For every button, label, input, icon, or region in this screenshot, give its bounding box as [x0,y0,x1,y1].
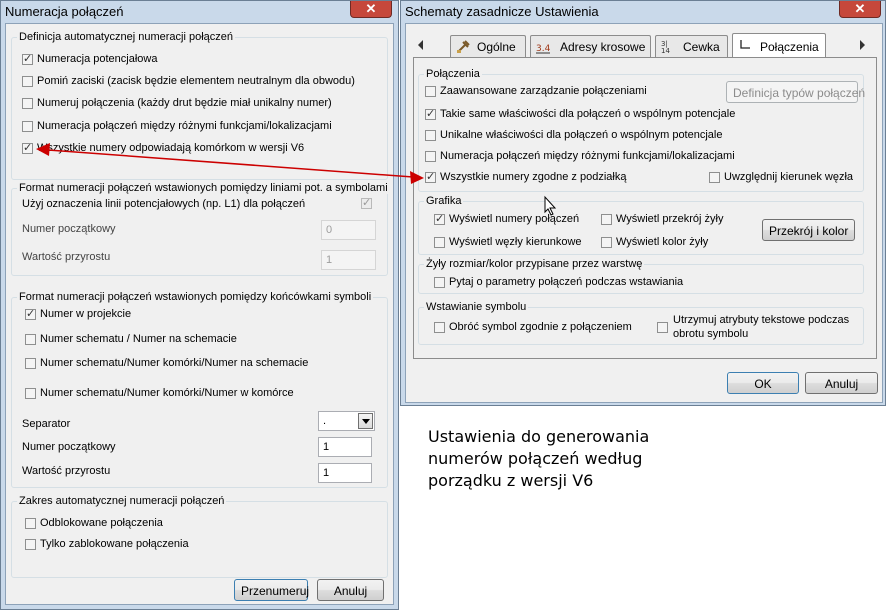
caption-line-1: Ustawienia do generowania [428,427,650,446]
caption-line-3: porządku z wersji V6 [428,471,594,490]
red-arrow-line [47,149,414,178]
red-arrow-head-right [410,171,424,184]
red-arrow-head-left [36,143,50,156]
caption-line-2: numerów połączeń według [428,449,643,468]
caption-text: Ustawienia do generowania numerów połącz… [428,426,649,492]
red-arrow-connector [36,143,557,216]
mouse-cursor-icon [544,195,557,216]
